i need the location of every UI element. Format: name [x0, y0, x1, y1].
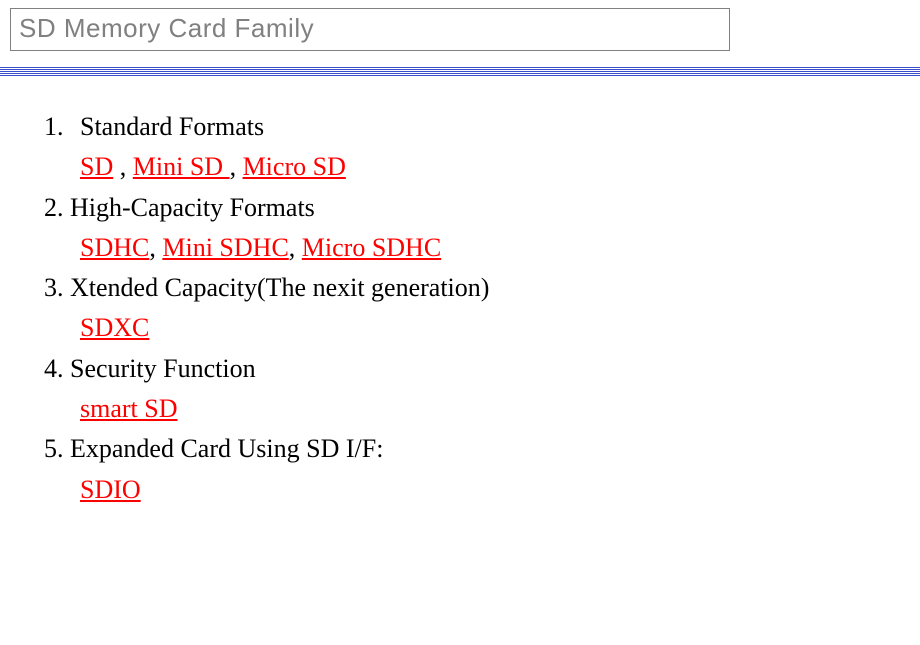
list-item: 4. Security Function smart SD [44, 349, 920, 430]
list-item: 1.Standard Formats SD , Mini SD , Micro … [44, 107, 920, 188]
item-heading: 2. High-Capacity Formats [44, 193, 315, 222]
separator: , [113, 152, 133, 181]
item-links: SDXC [44, 308, 920, 348]
item-title: Standard Formats [80, 112, 264, 141]
link-sdhc[interactable]: SDHC [80, 233, 149, 262]
item-title: High-Capacity Formats [70, 193, 315, 222]
item-number: 1. [44, 107, 80, 147]
link-sd[interactable]: SD [80, 152, 113, 181]
link-smart-sd[interactable]: smart SD [80, 394, 178, 423]
link-mini-sd[interactable]: Mini SD [133, 152, 230, 181]
item-links: smart SD [44, 389, 920, 429]
list-item: 5. Expanded Card Using SD I/F: SDIO [44, 429, 920, 510]
separator: , [289, 233, 302, 262]
item-title: Expanded Card Using SD I/F: [70, 434, 383, 463]
item-number: 5. [44, 434, 64, 463]
list-item: 2. High-Capacity Formats SDHC, Mini SDHC… [44, 188, 920, 269]
separator: , [230, 152, 243, 181]
link-micro-sdhc[interactable]: Micro SDHC [302, 233, 441, 262]
item-links: SDHC, Mini SDHC, Micro SDHC [44, 228, 920, 268]
item-heading: 3. Xtended Capacity(The nexit generation… [44, 273, 489, 302]
item-number: 4. [44, 354, 64, 383]
item-links: SDIO [44, 470, 920, 510]
link-sdio[interactable]: SDIO [80, 475, 141, 504]
item-title: Security Function [70, 354, 256, 383]
item-links: SD , Mini SD , Micro SD [44, 147, 920, 187]
item-heading: 1.Standard Formats [44, 112, 264, 141]
item-number: 2. [44, 193, 64, 222]
content-area: 1.Standard Formats SD , Mini SD , Micro … [44, 107, 920, 510]
list-item: 3. Xtended Capacity(The nexit generation… [44, 268, 920, 349]
format-list: 1.Standard Formats SD , Mini SD , Micro … [44, 107, 920, 510]
separator: , [149, 233, 162, 262]
link-sdxc[interactable]: SDXC [80, 313, 149, 342]
link-micro-sd[interactable]: Micro SD [243, 152, 346, 181]
page-title: SD Memory Card Family [19, 13, 314, 43]
item-heading: 5. Expanded Card Using SD I/F: [44, 434, 383, 463]
title-box: SD Memory Card Family [10, 8, 730, 51]
horizontal-divider [0, 67, 920, 77]
item-number: 3. [44, 273, 64, 302]
item-heading: 4. Security Function [44, 354, 256, 383]
item-title: Xtended Capacity(The nexit generation) [70, 273, 489, 302]
link-mini-sdhc[interactable]: Mini SDHC [162, 233, 288, 262]
